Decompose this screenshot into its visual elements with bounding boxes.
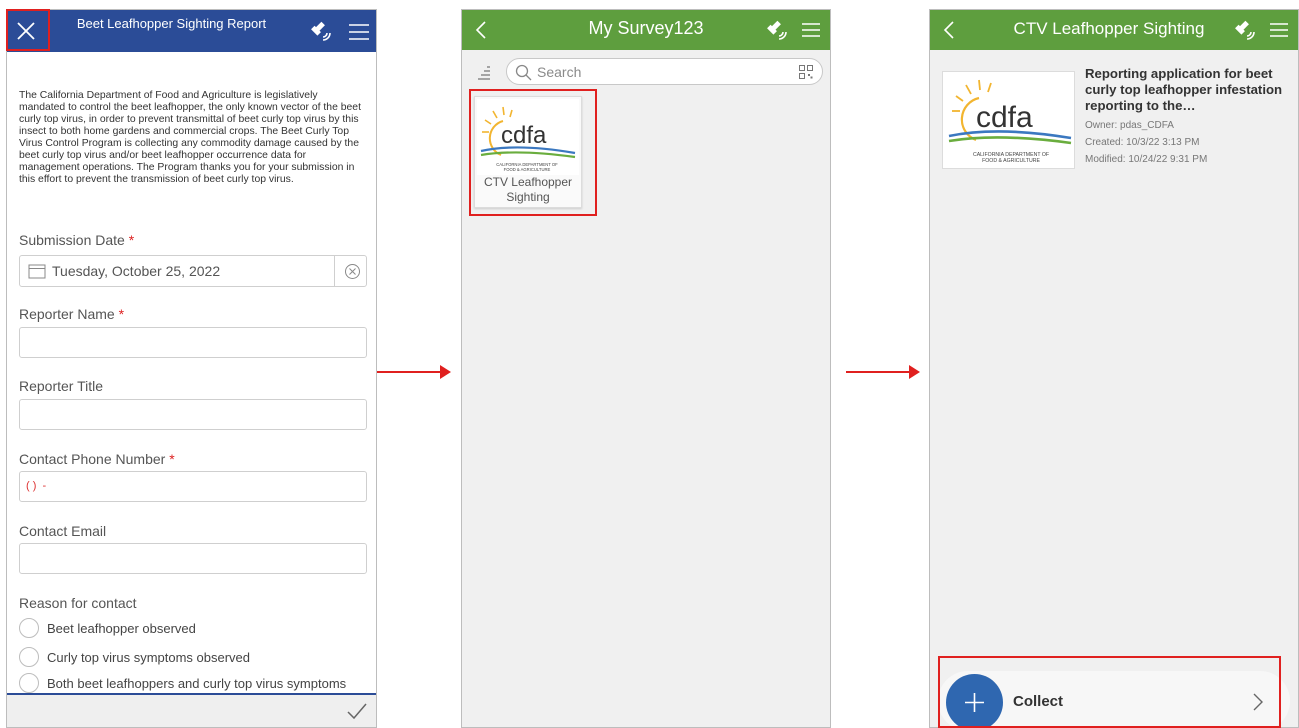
radio-option[interactable]: Beet leafhopper observed [19, 617, 196, 639]
radio-button[interactable] [19, 618, 39, 638]
satellite-icon[interactable] [309, 19, 333, 48]
radio-button[interactable] [19, 647, 39, 667]
reporter-name-text: Reporter Name [19, 306, 115, 322]
clear-date-icon[interactable] [344, 263, 361, 285]
radio-option-label: Both beet leafhoppers and curly top viru… [47, 675, 347, 691]
calendar-icon [28, 264, 46, 284]
arrow-right [377, 365, 451, 379]
radio-option[interactable]: Curly top virus symptoms observed [19, 646, 250, 668]
required-mark: * [169, 451, 175, 467]
satellite-icon[interactable] [765, 18, 789, 47]
menu-icon[interactable] [348, 22, 370, 47]
submission-date-text: Submission Date [19, 232, 125, 248]
reporter-name-label: Reporter Name * [19, 306, 124, 322]
required-mark: * [118, 306, 125, 322]
date-field-divider [334, 256, 335, 286]
submission-date-value: Tuesday, October 25, 2022 [52, 263, 221, 279]
menu-icon[interactable] [801, 21, 821, 44]
arrow-right [846, 365, 920, 379]
search-icon [515, 64, 532, 86]
survey-modified: Modified: 10/24/22 9:31 PM [1085, 154, 1208, 165]
survey-detail-screen: CTV Leafhopper Sighting cdfa CALIFORNIA … [929, 9, 1299, 728]
highlight-close [6, 9, 50, 51]
highlight-survey-tile [469, 89, 597, 216]
composite-screenshot: Beet Leafhopper Sighting Report The Cali… [0, 0, 1299, 728]
survey-thumbnail: cdfa CALIFORNIA DEPARTMENT OF FOOD & AGR… [942, 71, 1075, 169]
reason-label: Reason for contact [19, 595, 137, 611]
satellite-icon[interactable] [1233, 18, 1257, 47]
phone-mask-placeholder: ( ) - [26, 480, 47, 492]
radio-button[interactable] [19, 673, 39, 693]
menu-icon[interactable] [1269, 21, 1289, 44]
radio-option[interactable]: Both beet leafhoppers and curly top viru… [19, 672, 346, 694]
contact-phone-text: Contact Phone Number [19, 451, 166, 467]
survey-created: Created: 10/3/22 3:13 PM [1085, 137, 1200, 148]
survey-intro-text: The California Department of Food and Ag… [19, 90, 361, 185]
required-mark: * [128, 232, 135, 248]
survey-owner: Owner: pdas_CDFA [1085, 120, 1174, 131]
logo-wordmark: cdfa [976, 101, 1033, 134]
form-footer [7, 693, 376, 727]
survey-form-screen: Beet Leafhopper Sighting Report The Cali… [6, 9, 377, 728]
app-header: CTV Leafhopper Sighting [930, 10, 1298, 50]
check-icon[interactable] [346, 702, 368, 725]
search-bar[interactable]: Search [506, 58, 823, 85]
highlight-collect [938, 656, 1281, 728]
reporter-name-input[interactable] [19, 327, 367, 358]
submission-date-label: Submission Date * [19, 232, 134, 248]
reporter-title-label: Reporter Title [19, 378, 104, 394]
form-header: Beet Leafhopper Sighting Report [7, 10, 376, 52]
svg-text:FOOD & AGRICULTURE: FOOD & AGRICULTURE [982, 158, 1040, 164]
contact-email-input[interactable] [19, 543, 367, 574]
sort-icon[interactable] [476, 64, 492, 85]
radio-option-label: Curly top virus symptoms observed [47, 649, 251, 665]
qr-code-icon[interactable] [799, 65, 813, 84]
survey-description: Reporting application for beet curly top… [1085, 66, 1283, 113]
contact-phone-label: Contact Phone Number * [19, 451, 175, 467]
submission-date-field[interactable]: Tuesday, October 25, 2022 [19, 255, 367, 287]
contact-email-label: Contact Email [19, 523, 107, 539]
contact-phone-input[interactable]: ( ) - [19, 471, 367, 502]
reporter-title-input[interactable] [19, 399, 367, 430]
app-header: My Survey123 [462, 10, 830, 50]
radio-option-label: Beet leafhopper observed [47, 620, 196, 636]
search-placeholder: Search [537, 64, 582, 80]
